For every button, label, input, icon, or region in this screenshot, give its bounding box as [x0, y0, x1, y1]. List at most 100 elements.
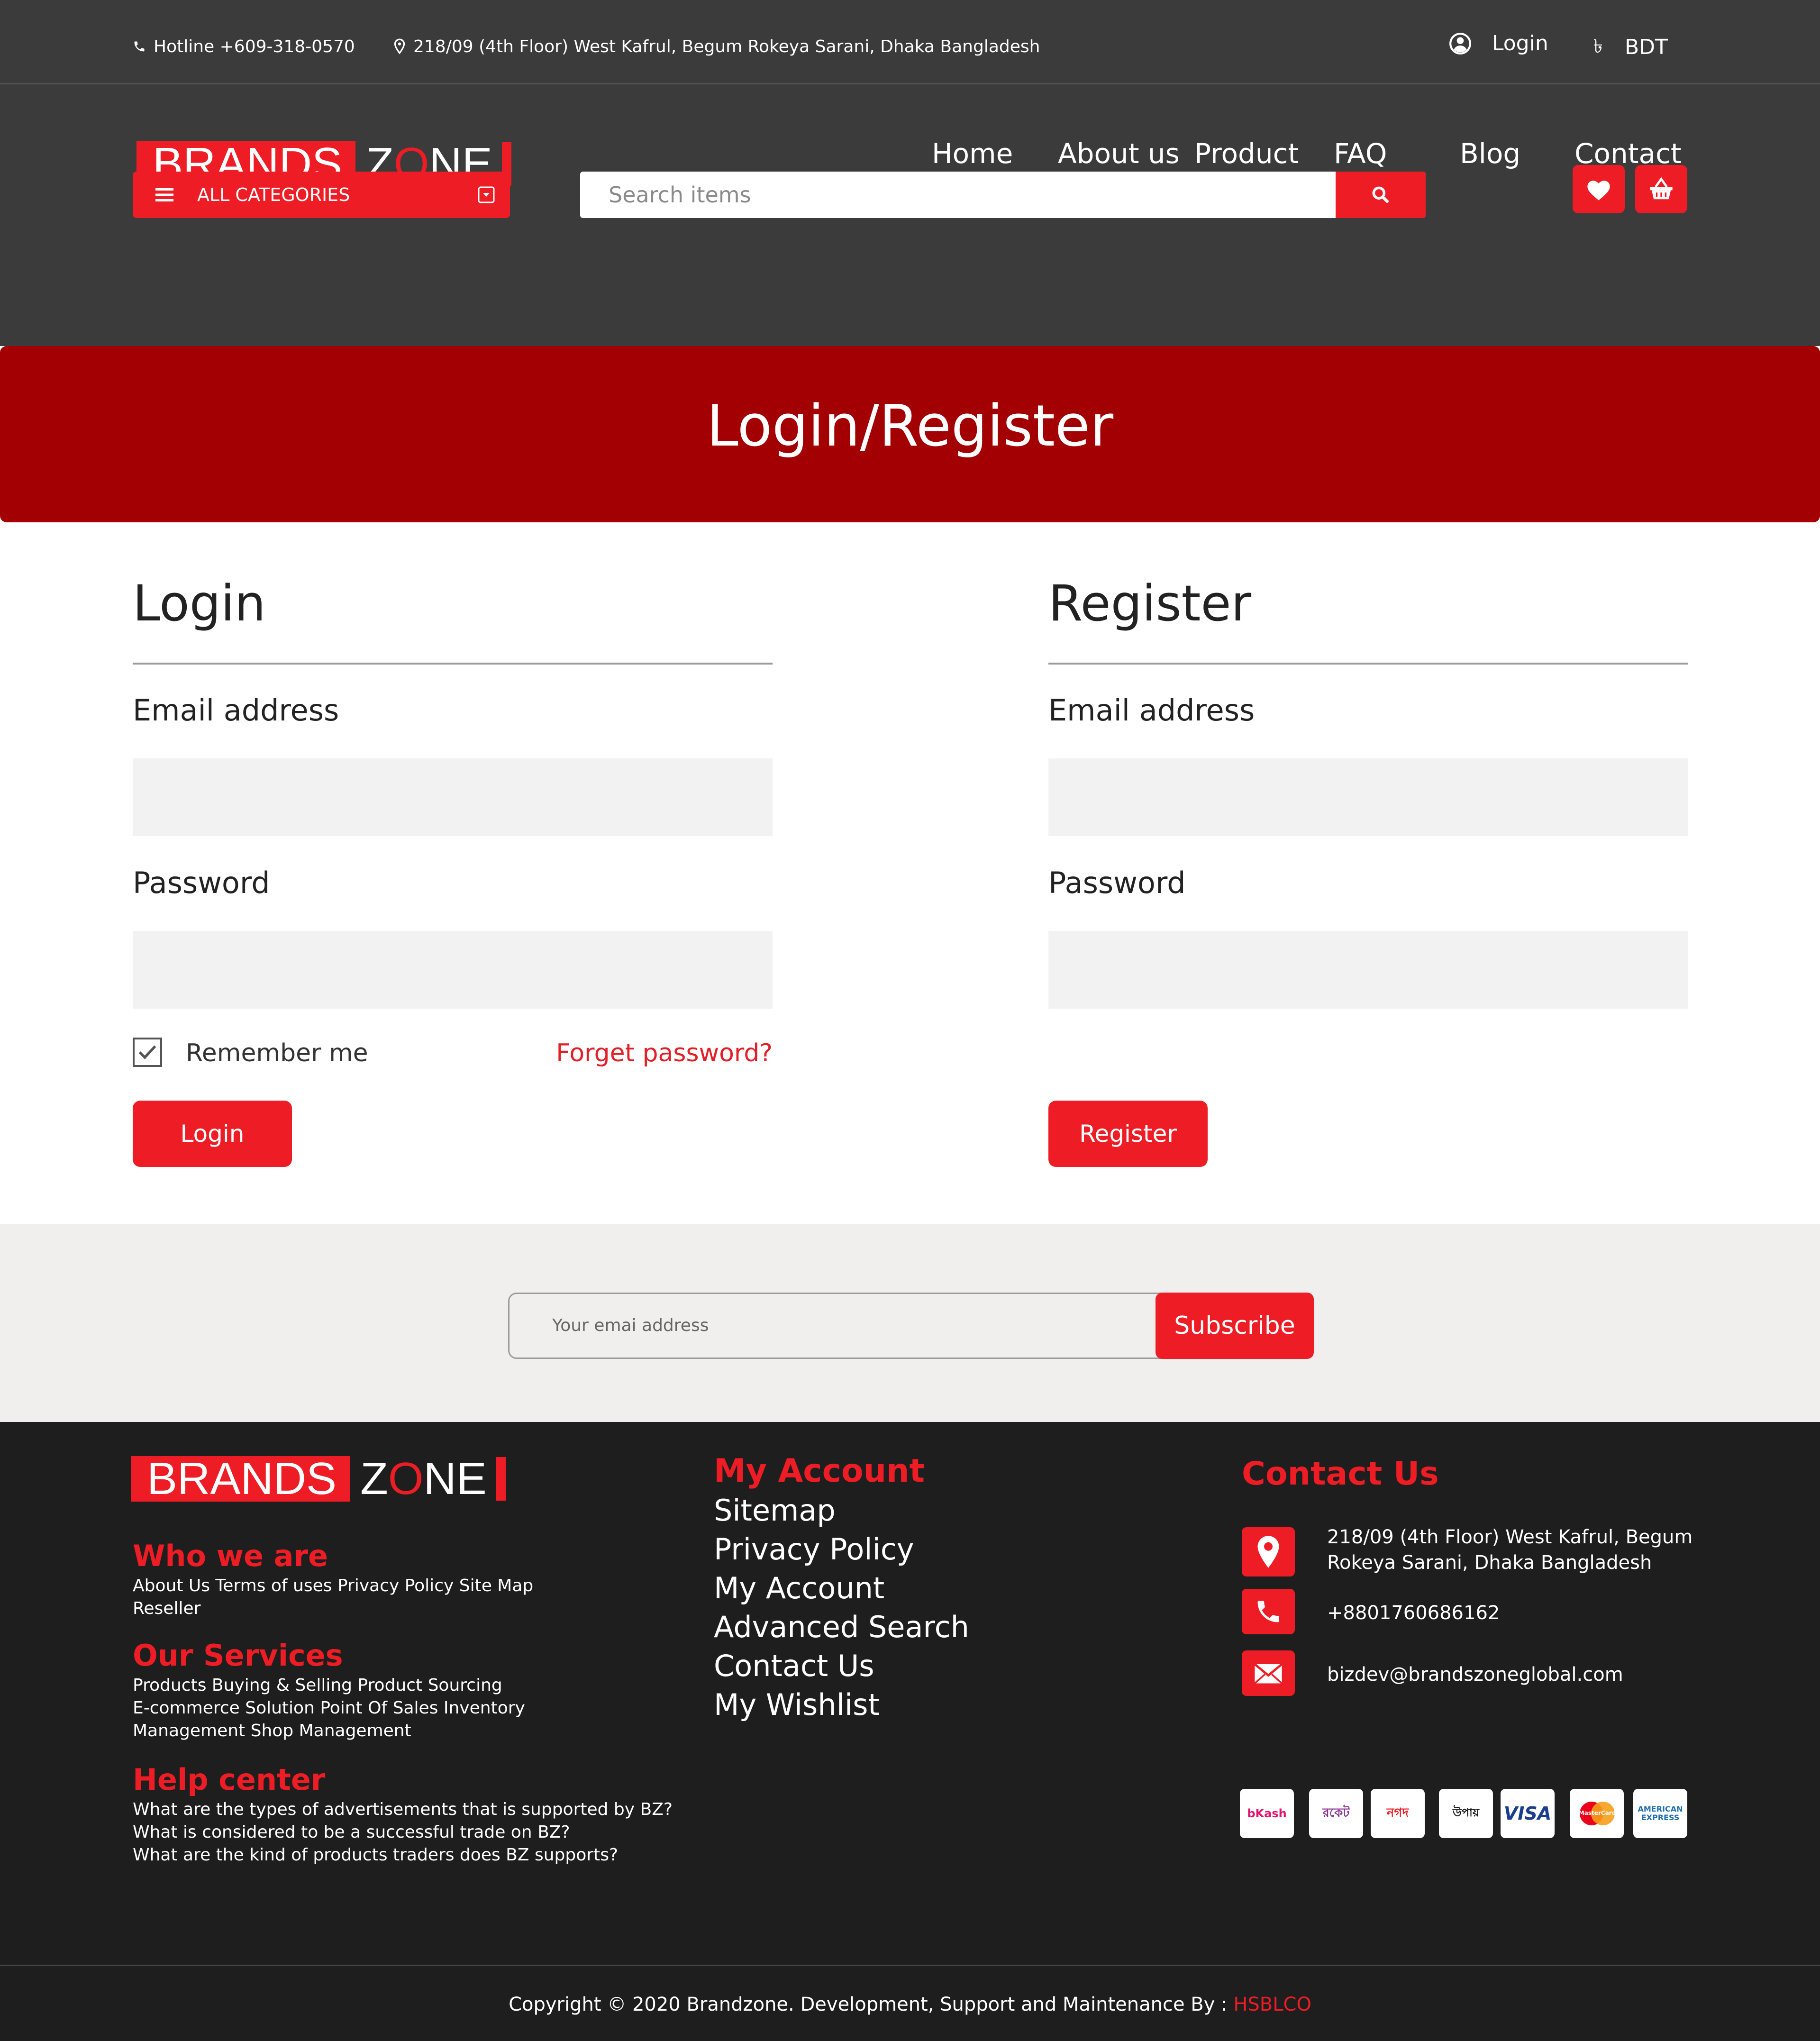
who-we-are-line-1[interactable]: About Us Terms of uses Privacy Policy Si… — [133, 1575, 533, 1597]
visa-logo: VISA — [1501, 1789, 1555, 1838]
newsletter-section: Your emai address Subscribe — [0, 1224, 1820, 1422]
nav-faq[interactable]: FAQ — [1334, 137, 1387, 170]
remember-me-label: Remember me — [186, 1039, 368, 1067]
heart-icon — [1587, 181, 1610, 200]
who-we-are-title: Who we are — [133, 1539, 328, 1573]
amex-logo: AMERICAN EXPRESS — [1633, 1789, 1687, 1838]
register-email-label: Email address — [1048, 693, 1255, 728]
nav-home[interactable]: Home — [932, 137, 1013, 170]
top-login-link[interactable]: Login — [1448, 31, 1548, 55]
phone-icon — [134, 41, 145, 52]
login-email-label: Email address — [133, 693, 339, 728]
top-login-label: Login — [1492, 31, 1548, 55]
hotline-text: Hotline +609-318-0570 — [154, 36, 355, 56]
dropdown-icon — [478, 186, 495, 203]
help-question-1[interactable]: What are the types of advertisements tha… — [133, 1798, 673, 1821]
footer-logo-z: Z — [360, 1453, 388, 1504]
hamburger-menu-icon — [155, 188, 173, 201]
services-line-2[interactable]: E-commerce Solution Point Of Sales Inven… — [133, 1697, 525, 1720]
top-address-text: 218/09 (4th Floor) West Kafrul, Begum Ro… — [413, 36, 1040, 56]
search-bar: Search items — [580, 172, 1426, 218]
location-pin-icon — [1257, 1536, 1279, 1568]
register-password-label: Password — [1048, 866, 1186, 900]
register-button[interactable]: Register — [1048, 1101, 1208, 1167]
help-question-3[interactable]: What are the kind of products traders do… — [133, 1844, 618, 1867]
who-we-are-line-2[interactable]: Reseller — [133, 1597, 200, 1620]
search-button[interactable] — [1336, 172, 1426, 218]
currency-selector[interactable]: ৳ BDT — [1593, 31, 1668, 63]
search-input[interactable]: Search items — [609, 172, 751, 218]
currency-label: BDT — [1624, 35, 1668, 59]
mastercard-text: MasterCard — [1578, 1810, 1616, 1816]
all-categories-button[interactable]: ALL CATEGORIES — [133, 172, 510, 218]
user-icon — [1449, 32, 1471, 55]
copyright-main: Copyright © 2020 Brandzone. Development,… — [509, 1994, 1234, 2015]
nav-product[interactable]: Product — [1194, 137, 1299, 170]
upay-logo: উপায় — [1439, 1789, 1493, 1838]
contact-us-title: Contact Us — [1242, 1455, 1439, 1493]
bkash-logo: bKash — [1240, 1789, 1294, 1838]
footer-link-sitemap[interactable]: Sitemap — [714, 1493, 836, 1528]
top-bar: Hotline +609-318-0570 218/09 (4th Floor)… — [0, 0, 1820, 84]
footer-logo-ne: NE — [423, 1453, 487, 1504]
contact-address-icon-box — [1242, 1527, 1295, 1576]
login-email-field[interactable] — [133, 758, 773, 836]
remember-me-checkbox[interactable] — [133, 1038, 162, 1067]
wishlist-button[interactable] — [1573, 165, 1625, 213]
basket-icon — [1650, 177, 1673, 200]
subscribe-button[interactable]: Subscribe — [1156, 1293, 1314, 1359]
phone-icon — [1257, 1601, 1279, 1622]
login-title: Login — [133, 574, 266, 632]
register-title: Register — [1048, 574, 1252, 632]
footer-logo-zone: Z O NE — [350, 1456, 487, 1502]
footer-link-advanced-search[interactable]: Advanced Search — [714, 1610, 969, 1644]
page-banner: Login/Register — [0, 346, 1820, 522]
top-address: 218/09 (4th Floor) West Kafrul, Begum Ro… — [393, 32, 1040, 61]
services-line-3[interactable]: Management Shop Management — [133, 1720, 411, 1742]
help-question-2[interactable]: What is considered to be a successful tr… — [133, 1821, 570, 1844]
map-pin-icon — [394, 38, 405, 55]
copyright-company-link[interactable]: HSBLCO — [1233, 1994, 1311, 2015]
register-divider — [1048, 663, 1688, 665]
login-button[interactable]: Login — [133, 1101, 292, 1167]
copyright-bar: Copyright © 2020 Brandzone. Development,… — [0, 1965, 1820, 2041]
all-categories-label: ALL CATEGORIES — [197, 184, 350, 205]
footer-link-wishlist[interactable]: My Wishlist — [714, 1687, 880, 1722]
header: BRANDS Z O NE Home About us Product FAQ Bl… — [0, 84, 1820, 346]
contact-phone[interactable]: +8801760686162 — [1327, 1600, 1500, 1626]
contact-email[interactable]: bizdev@brandszoneglobal.com — [1327, 1662, 1623, 1687]
forget-password-link[interactable]: Forget password? — [556, 1039, 773, 1067]
services-line-1[interactable]: Products Buying & Selling Product Sourci… — [133, 1674, 502, 1697]
footer-logo-end-bar — [496, 1457, 506, 1501]
envelope-icon — [1254, 1663, 1283, 1684]
contact-email-icon-box — [1242, 1650, 1295, 1696]
help-center-title: Help center — [133, 1762, 326, 1797]
contact-address-line-2: Rokeya Sarani, Dhaka Bangladesh — [1327, 1552, 1652, 1574]
register-email-field[interactable] — [1048, 758, 1688, 836]
login-password-field[interactable] — [133, 931, 773, 1009]
footer-logo-brand-box: BRANDS — [131, 1456, 350, 1502]
cart-button[interactable] — [1635, 165, 1687, 213]
checkmark-icon — [138, 1045, 156, 1059]
nav-about[interactable]: About us — [1058, 137, 1180, 170]
login-divider — [133, 663, 773, 665]
our-services-title: Our Services — [133, 1638, 343, 1673]
my-account-title: My Account — [714, 1452, 925, 1490]
hotline: Hotline +609-318-0570 — [133, 32, 355, 61]
newsletter-placeholder: Your emai address — [552, 1316, 709, 1335]
login-password-label: Password — [133, 866, 270, 900]
search-icon — [1372, 186, 1389, 203]
nagad-logo: নগদ — [1371, 1789, 1425, 1838]
mastercard-logo: MasterCard — [1570, 1789, 1624, 1838]
register-password-field[interactable] — [1048, 931, 1688, 1009]
page-title: Login/Register — [706, 393, 1114, 459]
footer-link-my-account[interactable]: My Account — [714, 1571, 884, 1605]
contact-phone-icon-box — [1242, 1589, 1295, 1634]
footer-logo[interactable]: BRANDS Z O NE — [131, 1455, 506, 1503]
footer-link-privacy[interactable]: Privacy Policy — [714, 1532, 914, 1567]
footer-logo-o: O — [388, 1453, 424, 1504]
contact-address-line-1: 218/09 (4th Floor) West Kafrul, Begum — [1327, 1526, 1693, 1548]
footer-link-contact[interactable]: Contact Us — [714, 1649, 874, 1683]
nav-blog[interactable]: Blog — [1460, 137, 1520, 170]
taka-icon: ৳ — [1593, 36, 1603, 57]
